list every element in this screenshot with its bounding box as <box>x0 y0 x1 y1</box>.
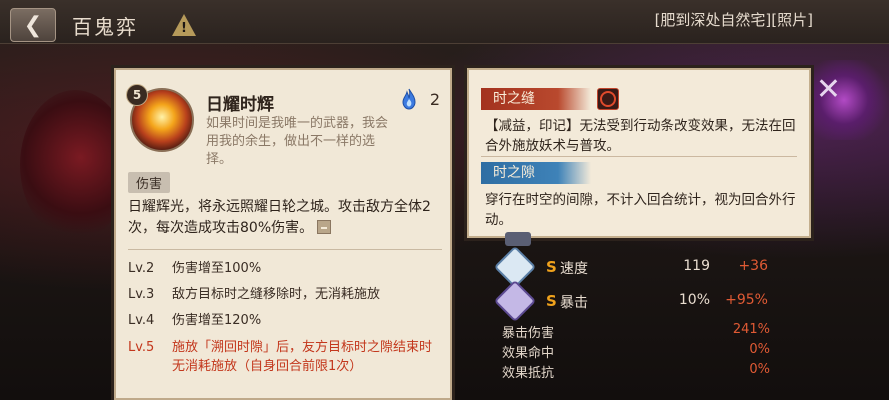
stat-bonus: +95% <box>725 292 768 308</box>
level-row-current: Lv.5 施放「溯回时隙」后，友方目标时之隙结束时无消耗施放（自身回合前限1次） <box>128 338 442 376</box>
level-text: 敌方目标时之缝移除时，无消耗施放 <box>172 287 381 302</box>
level-label: Lv.4 <box>128 313 155 328</box>
level-label: Lv.5 <box>128 340 155 355</box>
sub-stat-row: 暴击伤害 241% <box>502 322 772 342</box>
debuff-mark-icon <box>597 88 619 110</box>
sub-stats-list: 暴击伤害 241% 效果命中 0% 效果抵抗 0% <box>502 322 772 382</box>
close-icon[interactable]: ✕ <box>816 72 841 107</box>
level-row: Lv.2 伤害增至100% <box>128 256 442 282</box>
divider <box>128 249 442 250</box>
stat-value: 10% <box>678 292 710 308</box>
sub-stat-row: 效果命中 0% <box>502 342 772 362</box>
sub-stat-value: 0% <box>749 362 770 377</box>
stat-label: 暴击 <box>560 295 588 311</box>
sub-stat-row: 效果抵抗 0% <box>502 362 772 382</box>
stat-row-crit: S 暴击 10% +95% <box>493 279 780 323</box>
sub-stat-value: 0% <box>749 342 770 357</box>
effect-title-time-gap: 时之隙 <box>481 162 591 184</box>
level-text: 伤害增至100% <box>172 261 262 276</box>
level-text: 施放「溯回时隙」后，友方目标时之隙结束时无消耗施放（自身回合前限1次） <box>172 340 433 374</box>
top-bar: ❮ 百鬼弈 ! [肥到深处自然宅][照片] <box>0 0 889 44</box>
stat-label: 速度 <box>560 261 588 277</box>
chevron-left-icon: ❮ <box>23 12 43 38</box>
collapse-icon[interactable] <box>317 220 332 234</box>
skill-body: 伤害 日耀辉光，将永远照耀日轮之城。攻击敌方全体2次，每次造成攻击80%伤害。 … <box>128 172 442 376</box>
sub-stat-value: 241% <box>732 322 770 337</box>
skill-description-text: 日耀辉光，将永远照耀日轮之城。攻击敌方全体2次，每次造成攻击80%伤害。 <box>128 199 431 236</box>
stat-marker-icon: S <box>546 292 557 310</box>
skill-level-badge: 5 <box>126 84 148 106</box>
skill-description: 日耀辉光，将永远照耀日轮之城。攻击敌方全体2次，每次造成攻击80%伤害。 <box>128 197 442 239</box>
skill-name: 日耀时辉 <box>206 95 274 115</box>
effect-title-time-seam: 时之缝 <box>481 88 591 110</box>
level-row: Lv.3 敌方目标时之缝移除时，无消耗施放 <box>128 282 442 308</box>
back-button[interactable]: ❮ <box>10 8 56 42</box>
stat-row-speed: S 速度 119 +36 <box>493 245 780 289</box>
skill-header: 5 日耀时辉 如果时间是我唯一的武器，我会用我的余生，做出不一样的选择。 2 <box>126 84 442 167</box>
warning-icon[interactable]: ! <box>172 14 196 36</box>
effect-text-time-gap: 穿行在时空的间隙，不计入回合统计，视为回合外行动。 <box>485 192 796 228</box>
level-label: Lv.2 <box>128 261 155 276</box>
sub-stat-label: 效果抵抗 <box>502 366 555 381</box>
stat-marker-icon: S <box>546 258 557 276</box>
crit-icon <box>493 279 537 323</box>
breadcrumb[interactable]: [肥到深处自然宅][照片] <box>655 9 813 30</box>
sub-stat-label: 暴击伤害 <box>502 326 555 341</box>
divider <box>481 156 797 157</box>
page-title: 百鬼弈 <box>72 15 138 39</box>
stats-panel: S 速度 119 +36 S 暴击 10% +95% <box>493 245 780 323</box>
sub-stat-label: 效果命中 <box>502 346 555 361</box>
stat-bonus: +36 <box>738 258 768 274</box>
skill-cost: 2 <box>429 90 440 109</box>
level-text: 伤害增至120% <box>172 313 262 328</box>
close-glow <box>799 60 889 140</box>
effect-text-time-seam: 【减益，印记】无法受到行动条改变效果，无法在回合外施放妖术与普攻。 <box>485 118 796 154</box>
level-label: Lv.3 <box>128 287 155 302</box>
hidden-stat-icon <box>505 232 531 246</box>
skill-detail-card: 5 日耀时辉 如果时间是我唯一的武器，我会用我的余生，做出不一样的选择。 2 伤… <box>114 68 452 400</box>
skill-flavor-text: 如果时间是我唯一的武器，我会用我的余生，做出不一样的选择。 <box>206 116 389 167</box>
level-row: Lv.4 伤害增至120% <box>128 308 442 334</box>
soul-fire-icon <box>402 88 416 110</box>
stat-value: 119 <box>683 258 710 274</box>
skill-tag: 伤害 <box>128 172 171 193</box>
effect-tooltip: 时之缝 【减益，印记】无法受到行动条改变效果，无法在回合外施放妖术与普攻。 时之… <box>467 68 811 238</box>
